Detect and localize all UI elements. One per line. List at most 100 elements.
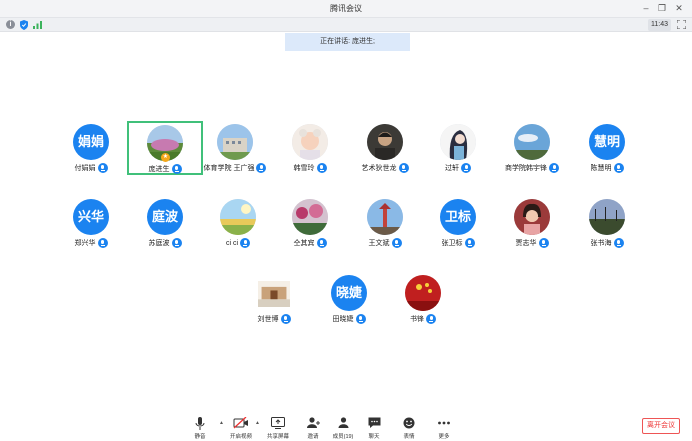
participant-tile[interactable]: 仝其宾 <box>272 197 348 251</box>
microphone-status-icon <box>549 163 559 173</box>
microphone-status-icon <box>316 163 327 173</box>
participant-tile[interactable]: 贾志华 <box>494 197 570 251</box>
participant-name-row: 田晓婕 <box>311 313 387 325</box>
participant-tile[interactable]: 庭波 苏庭波 <box>127 197 203 251</box>
participant-name: 韩雪玲 <box>293 165 315 172</box>
participant-name-row: 郑兴华 <box>53 237 129 249</box>
microphone-status-icon <box>97 163 108 173</box>
signal-icon[interactable] <box>33 21 42 29</box>
participant-name-row: 张书海 <box>569 237 645 249</box>
participant-name-row: 贾志华 <box>494 237 570 249</box>
participant-name: 刘世博 <box>257 316 279 323</box>
participant-name: 过轩 <box>445 165 459 172</box>
participant-tile[interactable]: 王文斌 <box>347 197 423 251</box>
share-label: 共享屏幕 <box>266 434 289 440</box>
participant-tile[interactable]: 张书海 <box>569 197 645 251</box>
invite-user-icon <box>306 417 320 428</box>
participant-name: 艺术狄世龙 <box>361 165 397 172</box>
participant-name: 张卫标 <box>441 240 463 247</box>
members-icon <box>338 417 348 428</box>
avatar-photo <box>405 275 441 311</box>
chat-button[interactable]: 聊天 <box>356 416 392 440</box>
participant-tile[interactable]: 慧明 陈慧明 <box>569 122 645 176</box>
participant-tile[interactable]: 刘世博 <box>236 273 312 327</box>
smiley-icon <box>403 417 415 429</box>
participant-name: 体育学院 王广强 <box>203 165 255 172</box>
avatar: 晓婕 <box>331 275 367 311</box>
participant-tile[interactable]: 艺术狄世龙 <box>347 122 423 176</box>
avatar-photo <box>258 281 290 307</box>
microphone-status-icon <box>613 163 624 173</box>
mute-button[interactable]: 静音 <box>182 416 218 440</box>
microphone-status-icon <box>398 163 409 173</box>
participant-name: 仝其宾 <box>293 240 315 247</box>
leave-meeting-button[interactable]: 离开会议 <box>642 418 680 434</box>
share-screen-icon <box>271 417 285 429</box>
microphone-status-icon <box>538 238 549 248</box>
speaking-banner: 正在讲话: 庞进生; <box>285 33 410 51</box>
microphone-status-icon <box>280 314 291 324</box>
participant-tile[interactable]: 卫标 张卫标 <box>420 197 496 251</box>
avatar-photo <box>292 199 328 235</box>
participant-name: 张书海 <box>590 240 612 247</box>
participant-name-row: ci ci <box>200 237 276 249</box>
microphone-icon <box>195 416 205 430</box>
microphone-status-icon <box>240 238 251 248</box>
microphone-status-icon <box>97 238 108 248</box>
participant-tile[interactable]: 娟娟 付娟娟 <box>53 122 129 176</box>
info-icon[interactable]: i <box>6 20 15 29</box>
participant-name: 陈慧明 <box>590 165 612 172</box>
participant-name: 郑兴华 <box>74 240 96 247</box>
participant-name: 付娟娟 <box>74 165 96 172</box>
shield-icon[interactable] <box>20 20 28 30</box>
more-button[interactable]: 更多 <box>426 416 462 440</box>
avatar-photo <box>440 124 476 160</box>
fullscreen-icon[interactable] <box>677 20 686 29</box>
participant-tile[interactable]: 商学院韩宇锋 <box>494 122 570 176</box>
avatar: 庭波 <box>147 199 183 235</box>
participant-tile[interactable]: ★ 庞进生 <box>127 121 203 175</box>
avatar: 娟娟 <box>73 124 109 160</box>
participant-tile[interactable]: 体育学院 王广强 <box>197 122 273 176</box>
reactions-button[interactable]: 表情 <box>391 416 427 440</box>
participant-tile[interactable]: 兴华 郑兴华 <box>53 197 129 251</box>
reactions-label: 表情 <box>403 434 415 440</box>
video-label: 开启视频 <box>229 434 252 440</box>
participant-tile[interactable]: 过轩 <box>420 122 496 176</box>
participant-name: 王文斌 <box>368 240 390 247</box>
participant-name-row: 庞进生 <box>129 163 201 175</box>
avatar-photo <box>367 124 403 160</box>
participant-tile[interactable]: 书锋 <box>385 273 461 327</box>
participant-name-row: 苏庭波 <box>127 237 203 249</box>
start-video-button[interactable]: 开启视频 <box>223 416 259 440</box>
microphone-status-icon <box>461 163 471 173</box>
status-bar: i 11:43 <box>0 18 692 32</box>
minimize-icon[interactable]: – <box>640 2 652 14</box>
chat-label: 聊天 <box>368 434 380 440</box>
participant-name: 书锋 <box>410 316 424 323</box>
restore-icon[interactable]: ❐ <box>656 2 668 14</box>
avatar: 卫标 <box>440 199 476 235</box>
participant-name: 苏庭波 <box>148 240 170 247</box>
meeting-window: 腾讯会议 – ❐ ✕ i 11:43 正在讲话: 庞进生; 娟娟 付娟娟 ★ 庞进生 体… <box>0 0 692 441</box>
microphone-status-icon <box>355 314 366 324</box>
microphone-status-icon <box>256 163 267 173</box>
microphone-status-icon <box>613 238 624 248</box>
participant-name-row: 商学院韩宇锋 <box>494 162 570 174</box>
participant-name-row: 刘世博 <box>236 313 312 325</box>
participant-name-row: 韩雪玲 <box>272 162 348 174</box>
share-screen-button[interactable]: 共享屏幕 <box>260 416 296 440</box>
participant-tile[interactable]: ci ci <box>200 197 276 251</box>
microphone-status-icon <box>171 238 182 248</box>
chat-icon <box>368 417 380 428</box>
participant-name-row: 王文斌 <box>347 237 423 249</box>
avatar: 兴华 <box>73 199 109 235</box>
participant-name: 庞进生 <box>148 166 170 173</box>
clock: 11:43 <box>648 19 671 31</box>
participant-tile[interactable]: 韩雪玲 <box>272 122 348 176</box>
meeting-toolbar: 静音 ▲ 开启视频 ▲ 共享屏幕 邀请 成员(19) 聊天 表情 更多 离开会议 <box>0 412 692 441</box>
participant-tile[interactable]: 晓婕 田晓婕 <box>311 273 387 327</box>
participant-name-row: 仝其宾 <box>272 237 348 249</box>
avatar-photo <box>217 124 253 160</box>
close-icon[interactable]: ✕ <box>673 2 685 14</box>
